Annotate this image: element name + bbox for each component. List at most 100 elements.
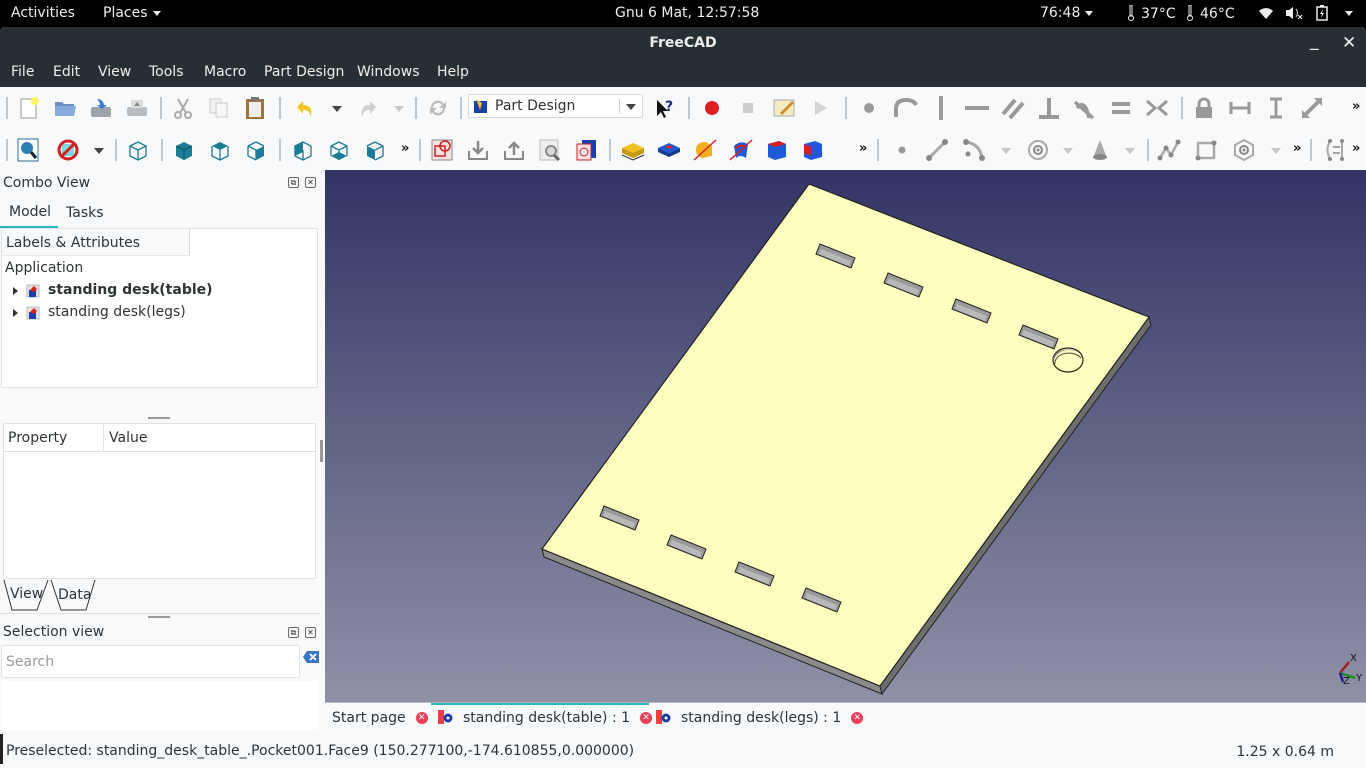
system-menu[interactable] — [1340, 5, 1353, 21]
volume-muted-icon[interactable] — [1285, 6, 1303, 24]
macro-record-icon[interactable] — [699, 95, 725, 121]
property-column-header[interactable]: Property — [8, 430, 67, 446]
view-bottom-icon[interactable] — [326, 137, 352, 163]
sketch-conic-dropdown[interactable] — [1125, 148, 1135, 154]
toolbar-handle[interactable] — [6, 139, 8, 161]
draw-style-dropdown[interactable] — [94, 148, 104, 154]
clock[interactable]: Gnu 6 Mat, 12:57:58 — [615, 5, 759, 21]
export-icon[interactable] — [501, 137, 527, 163]
undo-icon[interactable] — [292, 95, 318, 121]
places-menu[interactable]: Places — [103, 5, 161, 21]
macro-stop-icon[interactable] — [735, 95, 761, 121]
menu-macro[interactable]: Macro — [204, 64, 246, 80]
constraint-lock-icon[interactable] — [1191, 95, 1217, 121]
close-tab-icon[interactable]: ✕ — [851, 712, 864, 724]
toolbar-overflow-button[interactable]: » — [401, 141, 410, 156]
menu-help[interactable]: Help — [437, 64, 469, 80]
wifi-icon[interactable] — [1258, 6, 1274, 24]
toolbar-overflow-button[interactable]: » — [1352, 99, 1361, 114]
toolbar-overflow-button[interactable]: » — [859, 141, 868, 156]
sketch-polyline-icon[interactable] — [1156, 137, 1182, 163]
sketch-polygon-icon[interactable] — [1231, 137, 1257, 163]
view-rear-icon[interactable] — [290, 137, 316, 163]
toolbar-overflow-button[interactable]: » — [1352, 141, 1361, 156]
menu-view[interactable]: View — [98, 64, 131, 80]
view-isometric-icon[interactable] — [125, 137, 151, 163]
paste-icon[interactable] — [242, 95, 268, 121]
sketch-conic-icon[interactable] — [1087, 137, 1113, 163]
clear-search-icon[interactable] — [303, 651, 319, 663]
constraint-equal-icon[interactable] — [1108, 95, 1134, 121]
sketch-circle-dropdown[interactable] — [1063, 148, 1073, 154]
constraint-horizontal-icon[interactable] — [964, 95, 990, 121]
close-icon[interactable]: ✕ — [305, 627, 316, 638]
battery-time-menu[interactable]: 76:48 — [1040, 5, 1094, 21]
sketch-arc-dropdown[interactable] — [1001, 148, 1011, 154]
column-divider[interactable] — [103, 424, 104, 452]
3d-viewport[interactable]: X Y Z — [325, 170, 1366, 702]
constraint-tangent-icon[interactable] — [1072, 95, 1098, 121]
chamfer-icon[interactable] — [800, 137, 826, 163]
constraint-horizontal-distance-icon[interactable] — [1227, 95, 1253, 121]
pad-icon[interactable] — [620, 137, 646, 163]
constraint-symmetric-icon[interactable] — [1144, 95, 1170, 121]
tree-item-document[interactable]: standing desk(table) — [2, 282, 302, 302]
groove-icon[interactable] — [728, 137, 754, 163]
tab-model[interactable]: Model — [9, 204, 51, 220]
fillet-icon[interactable] — [764, 137, 790, 163]
expand-arrow-icon[interactable] — [13, 287, 18, 295]
tree-property-splitter[interactable] — [148, 417, 170, 419]
panel-viewport-splitter[interactable] — [320, 440, 323, 462]
toolbar-handle[interactable] — [6, 97, 8, 119]
sketch-polygon-dropdown[interactable] — [1271, 148, 1281, 154]
menu-part-design[interactable]: Part Design — [264, 64, 344, 80]
close-icon[interactable]: ✕ — [305, 177, 316, 188]
measure-icon[interactable] — [537, 137, 563, 163]
constraint-parallel-icon[interactable] — [1000, 95, 1026, 121]
sketch-arc-icon[interactable] — [961, 137, 987, 163]
macro-play-icon[interactable] — [807, 95, 833, 121]
tree-root-application[interactable]: Application — [5, 260, 83, 276]
close-tab-icon[interactable]: ✕ — [415, 712, 428, 724]
menu-tools[interactable]: Tools — [149, 64, 184, 80]
import-icon[interactable] — [465, 137, 491, 163]
view-top-icon[interactable] — [207, 137, 233, 163]
view-left-icon[interactable] — [362, 137, 388, 163]
expand-arrow-icon[interactable] — [13, 309, 18, 317]
constraint-point-on-object-icon[interactable] — [892, 95, 918, 121]
menu-windows[interactable]: Windows — [357, 64, 420, 80]
minimize-button[interactable]: _ — [1310, 31, 1319, 51]
constraint-coincident-icon[interactable] — [856, 95, 882, 121]
pocket-icon[interactable] — [656, 137, 682, 163]
close-button[interactable]: ✕ — [1342, 33, 1356, 53]
battery-charging-icon[interactable] — [1316, 5, 1328, 25]
fit-all-icon[interactable] — [15, 137, 41, 163]
undo-dropdown[interactable] — [332, 106, 342, 112]
sketch-rectangle-icon[interactable] — [1193, 137, 1219, 163]
shape-binder-icon[interactable] — [573, 137, 599, 163]
sketch-slot-icon[interactable] — [1322, 137, 1348, 163]
new-document-icon[interactable] — [16, 95, 42, 121]
float-icon[interactable]: ⧉ — [288, 627, 299, 638]
doc-tab-standing-desk-legs[interactable]: standing desk(legs) : 1 ✕ — [656, 710, 864, 726]
menu-edit[interactable]: Edit — [53, 64, 80, 80]
toolbar-overflow-button[interactable]: » — [1293, 141, 1302, 156]
refresh-icon[interactable] — [425, 95, 451, 121]
menu-file[interactable]: File — [11, 64, 34, 80]
tab-tasks[interactable]: Tasks — [66, 205, 104, 221]
sketch-circle-icon[interactable] — [1025, 137, 1051, 163]
workbench-selector[interactable]: Part Design — [468, 94, 643, 118]
tree-header-labels-attributes[interactable]: Labels & Attributes — [2, 229, 190, 256]
copy-icon[interactable] — [206, 95, 232, 121]
constraint-vertical-distance-icon[interactable] — [1263, 95, 1289, 121]
whats-this-icon[interactable]: ? — [651, 95, 677, 121]
redo-icon[interactable] — [355, 95, 381, 121]
doc-tab-start-page[interactable]: Start page ✕ — [332, 710, 428, 726]
revolution-icon[interactable] — [692, 137, 718, 163]
save-icon[interactable] — [88, 95, 114, 121]
close-tab-icon[interactable]: ✕ — [640, 712, 653, 724]
sketch-point-icon[interactable] — [889, 137, 915, 163]
redo-dropdown[interactable] — [394, 106, 404, 112]
activities-button[interactable]: Activities — [11, 5, 75, 21]
print-icon[interactable] — [124, 95, 150, 121]
